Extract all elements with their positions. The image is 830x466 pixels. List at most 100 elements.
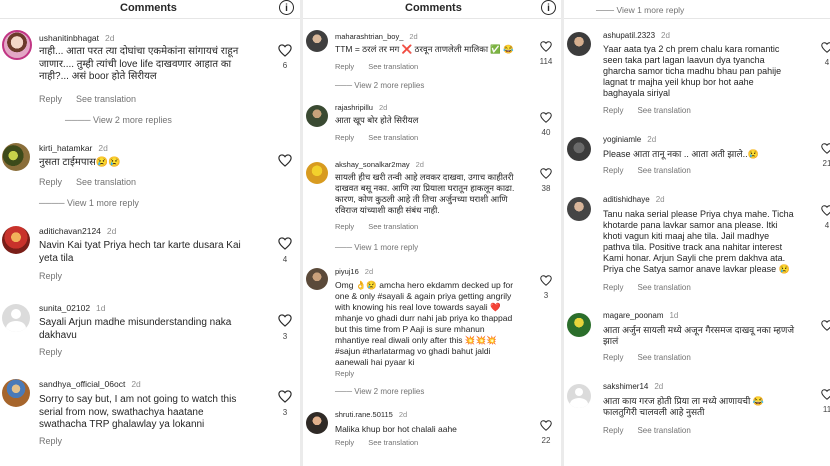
heart-icon[interactable] xyxy=(821,143,830,154)
view-more-replies[interactable]: ─── View 1 more reply xyxy=(335,243,418,252)
avatar[interactable] xyxy=(567,197,591,221)
avatar[interactable] xyxy=(306,105,328,127)
comment-username[interactable]: yoginiamle 2d xyxy=(603,135,656,144)
avatar[interactable] xyxy=(567,384,591,408)
username[interactable]: yoginiamle xyxy=(603,135,641,144)
reply-button[interactable]: Reply xyxy=(39,94,62,104)
heart-icon[interactable] xyxy=(540,275,552,286)
see-translation-button[interactable]: See translation xyxy=(637,106,690,115)
username[interactable]: magare_poonam xyxy=(603,311,663,320)
comment-username[interactable]: rajashripillu 2d xyxy=(335,103,387,112)
comment-username[interactable]: sunita_02102 1d xyxy=(39,303,106,313)
avatar[interactable] xyxy=(2,143,30,171)
heart-icon[interactable] xyxy=(540,41,552,52)
comment-username[interactable]: ushanitinbhagat 2d xyxy=(39,33,115,43)
avatar[interactable] xyxy=(567,313,591,337)
reply-button[interactable]: Reply xyxy=(603,353,623,362)
view-more-replies[interactable]: ─── View 1 more reply xyxy=(596,5,684,15)
heart-icon[interactable] xyxy=(278,44,292,57)
avatar[interactable] xyxy=(567,137,591,161)
avatar[interactable] xyxy=(2,30,32,60)
view-more-label[interactable]: View 1 more reply xyxy=(67,198,139,208)
see-translation-button[interactable]: See translation xyxy=(368,62,418,71)
reply-button[interactable]: Reply xyxy=(603,426,623,435)
avatar[interactable] xyxy=(567,32,591,56)
username[interactable]: sandhya_official_06oct xyxy=(39,379,125,389)
reply-button[interactable]: Reply xyxy=(39,436,62,446)
view-more-label[interactable]: View 1 more reply xyxy=(354,243,418,252)
username[interactable]: shruti.rane.50115 xyxy=(335,410,393,419)
reply-button[interactable]: Reply xyxy=(335,438,354,447)
username[interactable]: ashupatil.2323 xyxy=(603,31,655,40)
reply-button[interactable]: Reply xyxy=(603,283,623,292)
see-translation-button[interactable]: See translation xyxy=(76,177,136,187)
view-more-replies[interactable]: ─── View 2 more replies xyxy=(335,81,424,90)
username[interactable]: rajashripillu xyxy=(335,103,373,112)
avatar[interactable] xyxy=(306,412,328,434)
see-translation-button[interactable]: See translation xyxy=(637,353,690,362)
username[interactable]: aditishidhaye xyxy=(603,195,650,204)
comment-username[interactable]: kirti_hatamkar 2d xyxy=(39,143,108,153)
see-translation-button[interactable]: See translation xyxy=(368,222,418,231)
username[interactable]: sunita_02102 xyxy=(39,303,90,313)
username[interactable]: akshay_sonalkar2may xyxy=(335,160,410,169)
reply-button[interactable]: Reply xyxy=(335,222,354,231)
username[interactable]: kirti_hatamkar xyxy=(39,143,92,153)
username[interactable]: aditichavan2124 xyxy=(39,226,101,236)
reply-button[interactable]: Reply xyxy=(335,62,354,71)
heart-icon[interactable] xyxy=(540,168,552,179)
heart-icon[interactable] xyxy=(278,154,292,167)
heart-icon[interactable] xyxy=(821,205,830,216)
avatar[interactable] xyxy=(306,162,328,184)
comment-username[interactable]: shruti.rane.50115 2d xyxy=(335,410,407,419)
reply-button[interactable]: Reply xyxy=(39,177,62,187)
comment-username[interactable]: sandhya_official_06oct 2d xyxy=(39,379,141,389)
see-translation-button[interactable]: See translation xyxy=(76,94,136,104)
see-translation-button[interactable]: See translation xyxy=(637,426,690,435)
avatar[interactable] xyxy=(306,268,328,290)
view-more-replies[interactable]: ──── View 1 more reply xyxy=(39,198,139,208)
see-translation-button[interactable]: See translation xyxy=(368,133,418,142)
info-icon[interactable]: i xyxy=(279,0,294,15)
view-more-label[interactable]: View 2 more replies xyxy=(354,387,424,396)
avatar[interactable] xyxy=(2,304,30,332)
reply-button[interactable]: Reply xyxy=(39,271,62,281)
heart-icon[interactable] xyxy=(540,420,552,431)
comment-username[interactable]: sakshimer14 2d xyxy=(603,382,663,391)
view-more-label[interactable]: View 2 more replies xyxy=(354,81,424,90)
reply-button[interactable]: Reply xyxy=(335,133,354,142)
comment-username[interactable]: aditichavan2124 2d xyxy=(39,226,116,236)
heart-icon[interactable] xyxy=(540,112,552,123)
username[interactable]: maharashtrian_boy_ xyxy=(335,32,403,41)
reply-button[interactable]: Reply xyxy=(39,347,62,357)
reply-button[interactable]: Reply xyxy=(603,166,623,175)
see-translation-button[interactable]: See translation xyxy=(368,438,418,447)
heart-icon[interactable] xyxy=(821,389,830,400)
reply-button[interactable]: Reply xyxy=(335,369,354,378)
heart-icon[interactable] xyxy=(278,390,292,403)
username[interactable]: ushanitinbhagat xyxy=(39,33,99,43)
comment-username[interactable]: ashupatil.2323 2d xyxy=(603,31,670,40)
comment-username[interactable]: magare_poonam 1d xyxy=(603,311,678,320)
comment-username[interactable]: piyuj16 2d xyxy=(335,267,373,276)
view-more-label[interactable]: View 1 more reply xyxy=(616,5,684,15)
info-icon[interactable]: i xyxy=(541,0,556,15)
view-more-replies[interactable]: ─── View 2 more replies xyxy=(335,387,424,396)
comment-username[interactable]: aditishidhaye 2d xyxy=(603,195,665,204)
view-more-replies[interactable]: ──── View 2 more replies xyxy=(65,115,172,125)
see-translation-button[interactable]: See translation xyxy=(637,283,690,292)
comment-username[interactable]: maharashtrian_boy_ 2d xyxy=(335,32,418,41)
avatar[interactable] xyxy=(2,379,30,407)
heart-icon[interactable] xyxy=(821,320,830,331)
heart-icon[interactable] xyxy=(821,42,830,53)
heart-icon[interactable] xyxy=(278,237,292,250)
see-translation-button[interactable]: See translation xyxy=(637,166,690,175)
avatar[interactable] xyxy=(2,226,30,254)
username[interactable]: piyuj16 xyxy=(335,267,359,276)
username[interactable]: sakshimer14 xyxy=(603,382,648,391)
view-more-label[interactable]: View 2 more replies xyxy=(93,115,172,125)
heart-icon[interactable] xyxy=(278,314,292,327)
comment-username[interactable]: akshay_sonalkar2may 2d xyxy=(335,160,424,169)
avatar[interactable] xyxy=(306,30,328,52)
reply-button[interactable]: Reply xyxy=(603,106,623,115)
